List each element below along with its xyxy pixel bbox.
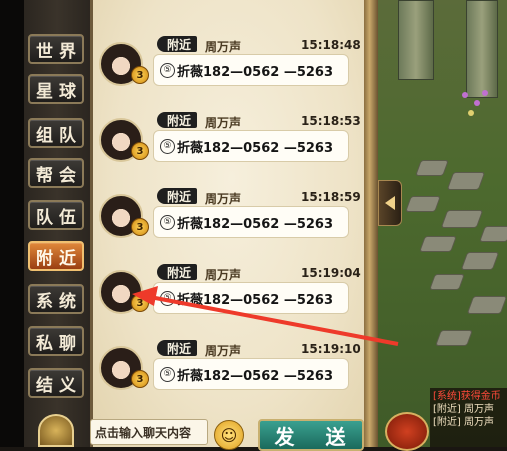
message-time: 15:18:59 bbox=[301, 190, 361, 204]
chat-message: 3 附近 周万声 15:18:59 ⑤ 折薇182—0562 —5263 bbox=[93, 188, 371, 264]
message-time: 15:18:53 bbox=[301, 114, 361, 128]
chat-message: 3 附近 周万声 15:18:53 ⑤ 折薇182—0562 —5263 bbox=[93, 112, 371, 188]
sender-name[interactable]: 周万声 bbox=[205, 342, 241, 359]
channel-badge: 附近 bbox=[157, 264, 198, 280]
emoji-button[interactable]: ☺ bbox=[214, 420, 244, 450]
paving-stone bbox=[419, 236, 457, 252]
flower bbox=[482, 90, 488, 96]
flower bbox=[462, 92, 468, 98]
tab-party[interactable]: 队伍 bbox=[28, 200, 84, 230]
expand-panel-handle[interactable] bbox=[378, 180, 402, 226]
flower bbox=[474, 100, 480, 106]
channel-tab-column: 世界 星球 组队 帮会 队伍 附近 系统 私聊 结义 bbox=[24, 0, 90, 447]
log-line: [系统]获得金币 bbox=[433, 391, 501, 402]
number-five-icon: ⑤ bbox=[160, 62, 175, 78]
tab-planet[interactable]: 星球 bbox=[28, 74, 84, 104]
tab-system[interactable]: 系统 bbox=[28, 284, 84, 314]
level-badge: 3 bbox=[131, 142, 149, 160]
number-five-icon: ⑤ bbox=[160, 366, 175, 382]
channel-badge: 附近 bbox=[157, 112, 198, 128]
channel-badge: 附近 bbox=[157, 188, 198, 204]
paving-stone bbox=[405, 196, 441, 212]
stone-pillar bbox=[466, 0, 498, 98]
paving-stone bbox=[479, 226, 507, 242]
flower bbox=[468, 110, 474, 116]
chat-message: 3 附近 周万声 15:19:10 ⑤ 折薇182—0562 —5263 bbox=[93, 340, 371, 416]
message-bubble: ⑤ 折薇182—0562 —5263 bbox=[153, 130, 349, 162]
sender-name[interactable]: 周万声 bbox=[205, 38, 241, 55]
chat-message-panel[interactable]: 3 附近 周万声 15:18:48 ⑤ 折薇182—0562 —5263 3 附… bbox=[90, 0, 371, 447]
left-edge bbox=[0, 0, 24, 447]
level-badge: 3 bbox=[131, 66, 149, 84]
chat-input[interactable]: 点击输入聊天内容 bbox=[90, 419, 208, 445]
system-log: [系统]获得金币 [附近] 周万声 [附近] 周万声 bbox=[430, 388, 507, 447]
message-bubble: ⑤ 折薇182—0562 —5263 bbox=[153, 282, 349, 314]
tab-private[interactable]: 私聊 bbox=[28, 326, 84, 356]
number-five-icon: ⑤ bbox=[160, 214, 175, 230]
sender-name[interactable]: 周万声 bbox=[205, 190, 241, 207]
level-badge: 3 bbox=[131, 370, 149, 388]
chevron-left-icon bbox=[385, 196, 395, 210]
message-text: 折薇182—0562 —5263 bbox=[177, 64, 334, 80]
smiley-icon: ☺ bbox=[220, 425, 238, 445]
message-text: 折薇182—0562 —5263 bbox=[177, 292, 334, 308]
message-text: 折薇182—0562 —5263 bbox=[177, 216, 334, 232]
sender-name[interactable]: 周万声 bbox=[205, 114, 241, 131]
message-time: 15:18:48 bbox=[301, 38, 361, 52]
chat-message: 3 附近 周万声 15:18:48 ⑤ 折薇182—0562 —5263 bbox=[93, 36, 371, 112]
message-bubble: ⑤ 折薇182—0562 —5263 bbox=[153, 54, 349, 86]
chat-message: 3 附近 周万声 15:19:04 ⑤ 折薇182—0562 —5263 bbox=[93, 264, 371, 340]
message-time: 15:19:04 bbox=[301, 266, 361, 280]
tab-guild[interactable]: 帮会 bbox=[28, 158, 84, 188]
message-text: 折薇182—0562 —5263 bbox=[177, 140, 334, 156]
message-bubble: ⑤ 折薇182—0562 —5263 bbox=[153, 358, 349, 390]
tab-team[interactable]: 组队 bbox=[28, 118, 84, 148]
message-time: 15:19:10 bbox=[301, 342, 361, 356]
message-bubble: ⑤ 折薇182—0562 —5263 bbox=[153, 206, 349, 238]
log-line: [附近] 周万声 bbox=[433, 417, 494, 428]
message-text: 折薇182—0562 —5263 bbox=[177, 368, 334, 384]
paving-stone bbox=[466, 296, 507, 314]
number-five-icon: ⑤ bbox=[160, 138, 175, 154]
tab-world[interactable]: 世界 bbox=[28, 34, 84, 64]
number-five-icon: ⑤ bbox=[160, 290, 175, 306]
level-badge: 3 bbox=[131, 294, 149, 312]
paving-stone bbox=[446, 172, 486, 190]
stone-pillar bbox=[398, 0, 434, 80]
log-line: [附近] 周万声 bbox=[433, 404, 494, 415]
paving-stone bbox=[440, 210, 484, 228]
tab-nearby[interactable]: 附近 bbox=[28, 241, 84, 271]
channel-badge: 附近 bbox=[157, 36, 198, 52]
tab-sworn[interactable]: 结义 bbox=[28, 368, 84, 398]
channel-badge: 附近 bbox=[157, 340, 198, 356]
paving-stone bbox=[429, 274, 465, 290]
paving-stone bbox=[435, 330, 473, 346]
paving-stone bbox=[460, 252, 500, 270]
sender-name[interactable]: 周万声 bbox=[205, 266, 241, 283]
mic-button[interactable] bbox=[38, 414, 74, 447]
panel-border bbox=[364, 0, 378, 447]
send-button[interactable]: 发 送 bbox=[258, 419, 364, 451]
level-badge: 3 bbox=[131, 218, 149, 236]
bag-icon[interactable] bbox=[385, 412, 429, 451]
paving-stone bbox=[415, 160, 449, 176]
